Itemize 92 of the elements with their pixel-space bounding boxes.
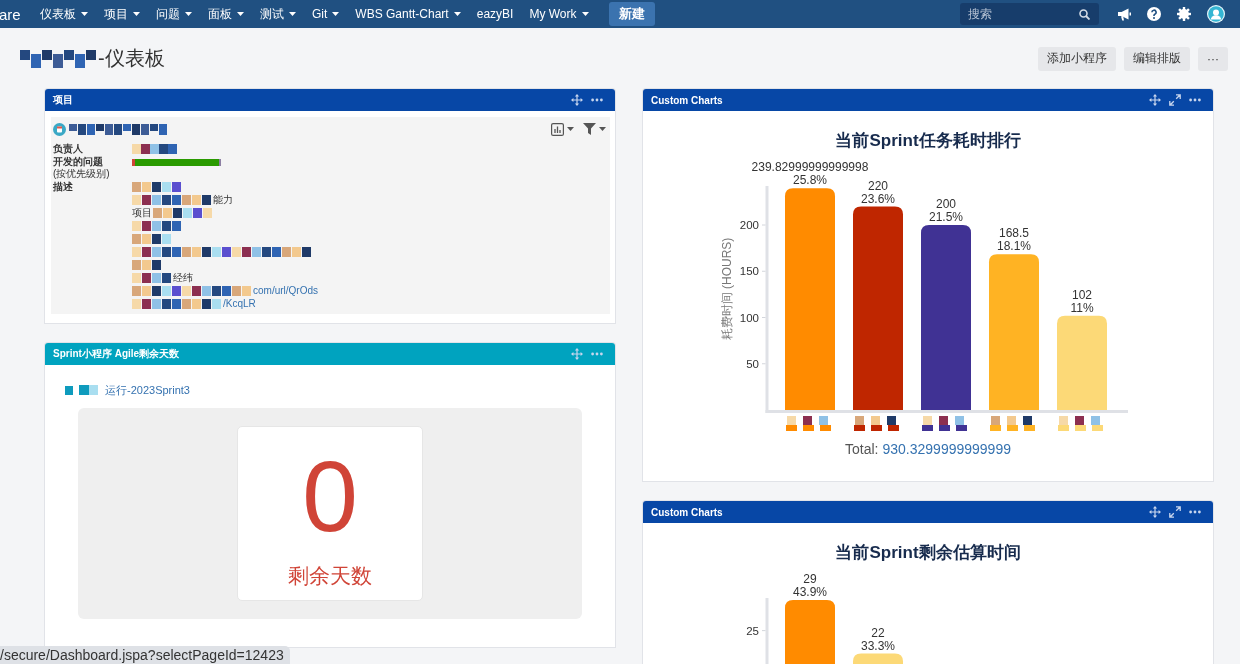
nav-menu-item[interactable]: 仪表板 bbox=[40, 3, 88, 25]
chart-icon[interactable] bbox=[551, 122, 564, 136]
y-axis-title: 耗费时间 (HOURS) bbox=[720, 237, 734, 341]
expand-icon[interactable] bbox=[1169, 94, 1181, 106]
total-value: 930.3299999999999 bbox=[882, 441, 1011, 457]
move-icon[interactable] bbox=[571, 94, 583, 106]
y-tick-label: 25 bbox=[746, 624, 759, 637]
redaction-mosaic-drawing bbox=[132, 144, 177, 154]
logo-text[interactable]: are bbox=[0, 5, 40, 23]
nav-menu-item[interactable]: WBS Gantt-Chart bbox=[355, 3, 461, 25]
redaction-mosaic-drawing bbox=[132, 273, 172, 283]
chart-title: 当前Sprint任务耗时排行 bbox=[834, 131, 1022, 151]
caret-icon bbox=[185, 12, 192, 16]
days-remaining-value: 0 bbox=[302, 446, 358, 546]
value-label: 102 11% bbox=[1070, 287, 1094, 315]
nav-menu-item[interactable]: 面板 bbox=[208, 3, 244, 25]
nav-menu-item[interactable]: 测试 bbox=[260, 3, 296, 25]
caret-icon bbox=[453, 12, 461, 16]
megaphone-icon[interactable] bbox=[1117, 7, 1131, 21]
total-label: Total: bbox=[845, 441, 879, 457]
y-tick-mark bbox=[761, 630, 766, 632]
expand-icon[interactable] bbox=[1169, 506, 1181, 518]
status-url-tooltip: /secure/Dashboard.jspa?selectPageId=12423 bbox=[0, 646, 290, 664]
value-label: 22 33.3% bbox=[861, 625, 895, 653]
square-bullet-icon bbox=[65, 385, 73, 395]
redaction-mosaic-drawing bbox=[79, 385, 99, 395]
more-icon[interactable] bbox=[591, 98, 603, 102]
value-label: 29 43.9% bbox=[793, 572, 827, 599]
redacted-label-drawing bbox=[786, 416, 831, 431]
description-text: 经纬 bbox=[173, 271, 193, 285]
sprint-link[interactable]: 运行-2023Sprint3 bbox=[105, 382, 190, 398]
redaction-mosaic-drawing bbox=[132, 260, 162, 270]
nav-menu-item[interactable]: eazyBI bbox=[476, 3, 514, 25]
caret-icon[interactable] bbox=[599, 127, 606, 131]
search-icon[interactable] bbox=[1079, 8, 1090, 20]
nav-menu-item[interactable]: My Work bbox=[529, 3, 589, 25]
days-remaining-label: 剩余天数 bbox=[288, 563, 372, 589]
more-icon[interactable] bbox=[1189, 98, 1201, 102]
redacted-label-drawing bbox=[922, 416, 967, 431]
field-note: (按优先级别) bbox=[53, 168, 110, 181]
redaction-mosaic-drawing bbox=[132, 221, 182, 231]
more-button[interactable]: ··· bbox=[1198, 46, 1228, 71]
caret-icon bbox=[289, 12, 296, 16]
y-tick-mark bbox=[761, 270, 766, 272]
y-tick-label: 200 bbox=[739, 219, 759, 231]
redacted-label-drawing bbox=[854, 416, 899, 431]
field-label: 开发的问题 bbox=[53, 155, 103, 168]
field-label: 负责人 bbox=[53, 143, 83, 156]
description-text: 能力 bbox=[213, 193, 233, 207]
create-button[interactable]: 新建 bbox=[608, 2, 655, 26]
move-icon[interactable] bbox=[1149, 94, 1161, 106]
value-label: 168.5 18.1% bbox=[997, 226, 1031, 254]
chart-title: 当前Sprint剩余估算时间 bbox=[834, 543, 1022, 563]
gadget-title: Custom Charts bbox=[651, 506, 723, 518]
nav-menu-item[interactable]: 问题 bbox=[156, 3, 192, 25]
redaction-mosaic-drawing bbox=[132, 234, 172, 244]
search-field[interactable]: 搜索 bbox=[960, 3, 1099, 25]
value-label: 200 21.5% bbox=[929, 197, 963, 224]
caret-icon bbox=[332, 12, 340, 16]
page-title: -仪表板 bbox=[98, 46, 165, 71]
nav-menu-item[interactable]: Git bbox=[312, 3, 340, 25]
avatar-icon[interactable] bbox=[1207, 5, 1225, 23]
y-tick-label: 50 bbox=[746, 357, 759, 370]
help-icon[interactable] bbox=[1147, 7, 1161, 21]
gadget-title: 项目 bbox=[53, 93, 73, 107]
caret-icon[interactable] bbox=[567, 127, 574, 131]
redaction-mosaic-drawing bbox=[132, 182, 182, 192]
nav-menu-item[interactable]: 项目 bbox=[104, 3, 140, 25]
caret-icon bbox=[581, 12, 589, 16]
gadget-title: Custom Charts bbox=[651, 94, 723, 106]
field-label: 描述 bbox=[53, 180, 73, 193]
move-icon[interactable] bbox=[1149, 506, 1161, 518]
y-tick-mark bbox=[761, 363, 766, 365]
add-gadget-button[interactable]: 添加小程序 bbox=[1038, 46, 1116, 71]
y-tick-label: 150 bbox=[739, 265, 759, 278]
filter-icon[interactable] bbox=[583, 123, 596, 135]
redacted-label-drawing bbox=[1058, 416, 1103, 431]
settings-icon[interactable] bbox=[1177, 7, 1191, 21]
caret-icon bbox=[133, 12, 140, 16]
caret-icon bbox=[237, 12, 244, 16]
description-text: 项目 bbox=[132, 206, 152, 220]
description-link[interactable]: /KcqLR bbox=[223, 297, 256, 311]
gadget-title: Sprint小程序 Agile剩余天数 bbox=[53, 347, 180, 361]
redacted-label-drawing bbox=[990, 416, 1035, 431]
caret-icon bbox=[81, 12, 88, 16]
y-axis-line bbox=[765, 598, 769, 664]
more-icon[interactable] bbox=[1189, 510, 1201, 514]
redaction-mosaic-drawing bbox=[153, 208, 213, 218]
description-link[interactable]: com/url/QrOds bbox=[253, 284, 318, 298]
y-tick-mark bbox=[761, 317, 766, 318]
y-tick-label: 100 bbox=[739, 311, 759, 324]
edit-layout-button[interactable]: 编辑排版 bbox=[1124, 46, 1190, 71]
